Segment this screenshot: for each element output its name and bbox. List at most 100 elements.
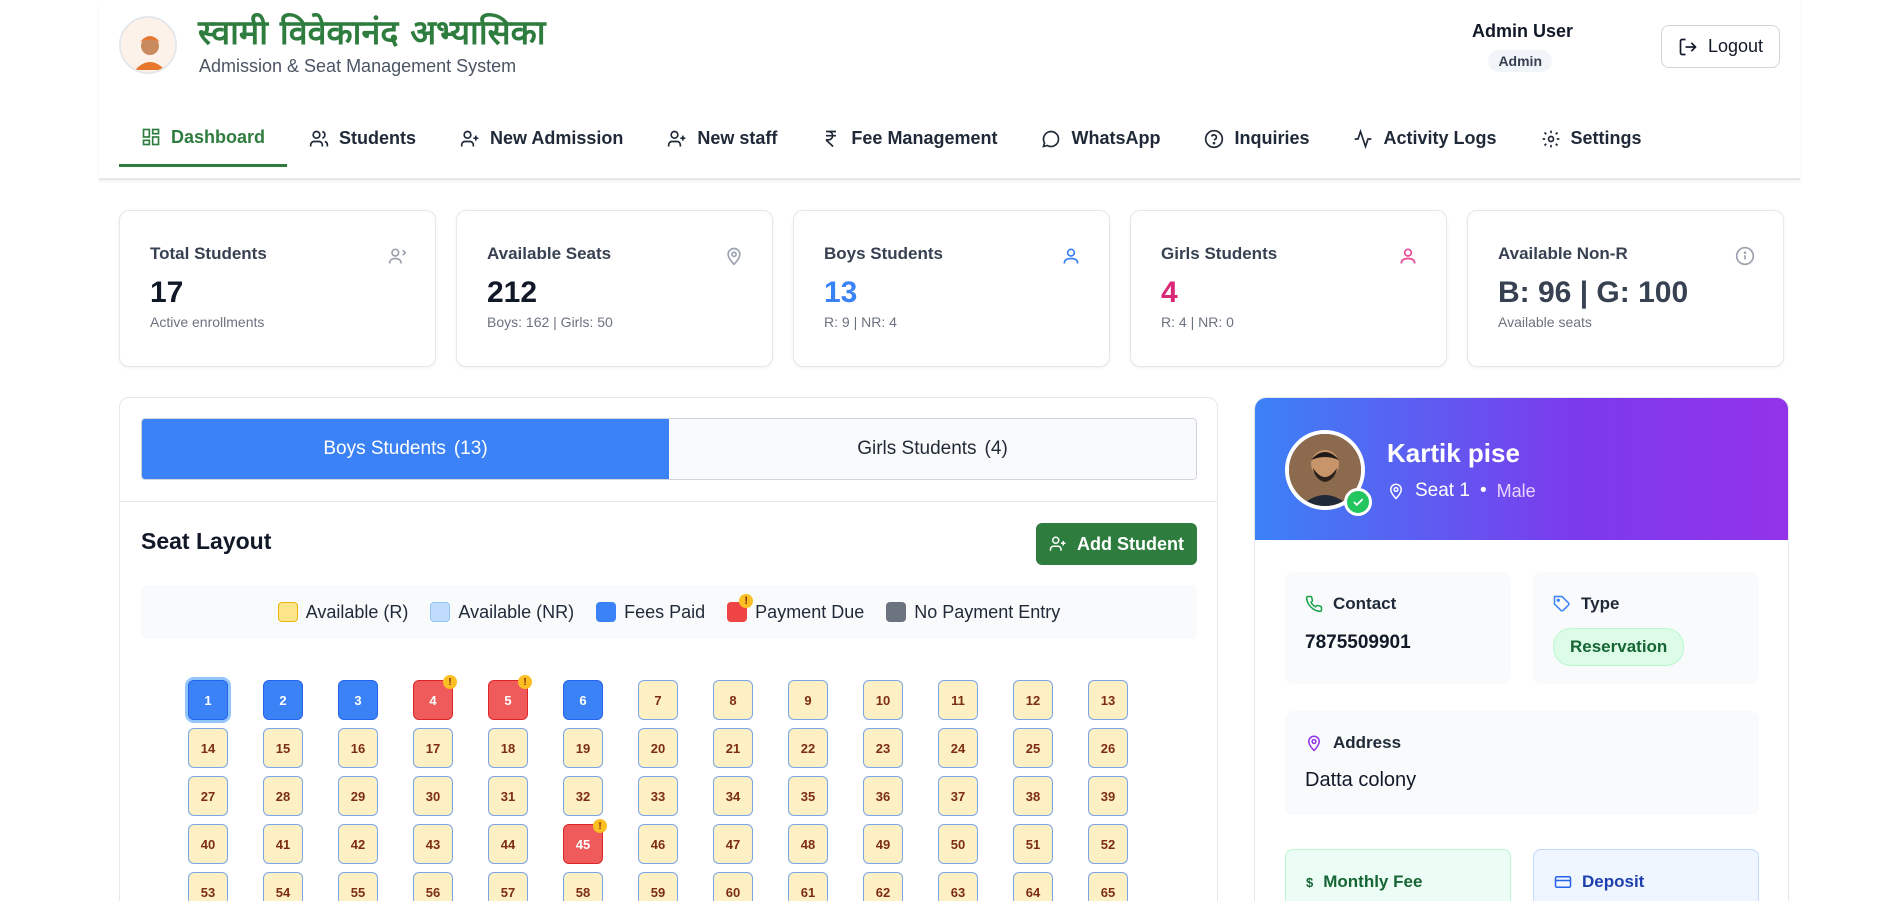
seat-49[interactable]: 49: [863, 824, 903, 864]
nav-activity-logs[interactable]: Activity Logs: [1331, 110, 1518, 167]
seat-3[interactable]: 3: [338, 680, 378, 720]
seat-13[interactable]: 13: [1088, 680, 1128, 720]
nav-new-staff[interactable]: New staff: [645, 110, 799, 167]
nav-settings[interactable]: Settings: [1519, 110, 1664, 167]
seat-number: 18: [500, 740, 516, 756]
seat-16[interactable]: 16: [338, 728, 378, 768]
seat-64[interactable]: 64: [1013, 872, 1053, 901]
stat-sub: Active enrollments: [150, 314, 265, 330]
nav-dashboard[interactable]: Dashboard: [119, 110, 288, 167]
seat-56[interactable]: 56: [413, 872, 453, 901]
seat-26[interactable]: 26: [1088, 728, 1128, 768]
nav-new-admission[interactable]: New Admission: [438, 110, 645, 167]
seat-11[interactable]: 11: [938, 680, 978, 720]
divider: [120, 501, 1217, 502]
seat-53[interactable]: 53: [188, 872, 228, 901]
seat-65[interactable]: 65: [1088, 872, 1128, 901]
seat-45[interactable]: 45!: [563, 819, 607, 864]
seat-28[interactable]: 28: [263, 776, 303, 816]
seat-40[interactable]: 40: [188, 824, 228, 864]
seat-20[interactable]: 20: [638, 728, 678, 768]
deposit-label: Deposit: [1582, 872, 1645, 891]
seat-number: 25: [1025, 740, 1041, 756]
seat-18[interactable]: 18: [488, 728, 528, 768]
legend-label: Available (R): [305, 601, 409, 622]
seat-1[interactable]: 1: [188, 680, 228, 720]
seat-number: 51: [1025, 836, 1041, 852]
seat-number: 33: [650, 788, 666, 804]
seat-62[interactable]: 62: [863, 872, 903, 901]
seat-31[interactable]: 31: [488, 776, 528, 816]
seat-33[interactable]: 33: [638, 776, 678, 816]
seat-55[interactable]: 55: [338, 872, 378, 901]
seat-47[interactable]: 47: [713, 824, 753, 864]
seat-24[interactable]: 24: [938, 728, 978, 768]
seat-2[interactable]: 2: [263, 680, 303, 720]
legend-payment-due: ! Payment Due: [727, 594, 864, 623]
seat-43[interactable]: 43: [413, 824, 453, 864]
legend-label: No Payment Entry: [914, 601, 1061, 622]
seat-number: 10: [875, 692, 891, 708]
seat-37[interactable]: 37: [938, 776, 978, 816]
add-student-button[interactable]: Add Student: [1036, 523, 1197, 565]
seat-44[interactable]: 44: [488, 824, 528, 864]
nav-inquiries[interactable]: Inquiries: [1182, 110, 1331, 167]
seat-9[interactable]: 9: [788, 680, 828, 720]
tab-girls-students[interactable]: Girls Students (4): [669, 419, 1196, 479]
activity-icon: [1355, 128, 1372, 149]
legend-label: Fees Paid: [624, 601, 706, 622]
seat-54[interactable]: 54: [263, 872, 303, 901]
seat-14[interactable]: 14: [188, 728, 228, 768]
seat-7[interactable]: 7: [638, 680, 678, 720]
stat-value: 4: [1161, 276, 1178, 309]
seat-17[interactable]: 17: [413, 728, 453, 768]
seat-59[interactable]: 59: [638, 872, 678, 901]
nav-fee-management[interactable]: Fee Management: [799, 110, 1019, 167]
seat-35[interactable]: 35: [788, 776, 828, 816]
seat-19[interactable]: 19: [563, 728, 603, 768]
seat-48[interactable]: 48: [788, 824, 828, 864]
seat-number: 7: [654, 692, 662, 708]
seat-61[interactable]: 61: [788, 872, 828, 901]
seat-32[interactable]: 32: [563, 776, 603, 816]
seat-52[interactable]: 52: [1088, 824, 1128, 864]
tab-boys-students[interactable]: Boys Students (13): [142, 419, 669, 479]
seat-10[interactable]: 10: [863, 680, 903, 720]
seat-51[interactable]: 51: [1013, 824, 1053, 864]
seat-27[interactable]: 27: [188, 776, 228, 816]
seat-21[interactable]: 21: [713, 728, 753, 768]
seat-30[interactable]: 30: [413, 776, 453, 816]
seat-58[interactable]: 58: [563, 872, 603, 901]
seat-38[interactable]: 38: [1013, 776, 1053, 816]
profile-header: Kartik pise Seat 1 • Male: [1255, 398, 1788, 540]
seat-63[interactable]: 63: [938, 872, 978, 901]
phone-icon: [1305, 595, 1323, 613]
seat-22[interactable]: 22: [788, 728, 828, 768]
seat-42[interactable]: 42: [338, 824, 378, 864]
logout-button[interactable]: Logout: [1661, 25, 1780, 68]
nav-whatsapp[interactable]: WhatsApp: [1019, 110, 1182, 167]
seat-23[interactable]: 23: [863, 728, 903, 768]
brand-title: स्वामी विवेकानंद अभ्यासिका: [198, 13, 546, 53]
seat-36[interactable]: 36: [863, 776, 903, 816]
seat-12[interactable]: 12: [1013, 680, 1053, 720]
seat-number: 4: [429, 692, 437, 708]
seat-29[interactable]: 29: [338, 776, 378, 816]
seat-57[interactable]: 57: [488, 872, 528, 901]
seat-number: 56: [425, 884, 441, 900]
seat-34[interactable]: 34: [713, 776, 753, 816]
seat-15[interactable]: 15: [263, 728, 303, 768]
seat-number: 45: [575, 836, 591, 852]
seat-5[interactable]: 5!: [488, 675, 532, 720]
seat-41[interactable]: 41: [263, 824, 303, 864]
seat-4[interactable]: 4!: [413, 675, 457, 720]
seat-25[interactable]: 25: [1013, 728, 1053, 768]
seat-8[interactable]: 8: [713, 680, 753, 720]
seat-6[interactable]: 6: [563, 680, 603, 720]
seat-60[interactable]: 60: [713, 872, 753, 901]
user-role-badge: Admin: [1488, 50, 1552, 72]
seat-39[interactable]: 39: [1088, 776, 1128, 816]
seat-46[interactable]: 46: [638, 824, 678, 864]
nav-students[interactable]: Students: [287, 110, 438, 167]
seat-50[interactable]: 50: [938, 824, 978, 864]
